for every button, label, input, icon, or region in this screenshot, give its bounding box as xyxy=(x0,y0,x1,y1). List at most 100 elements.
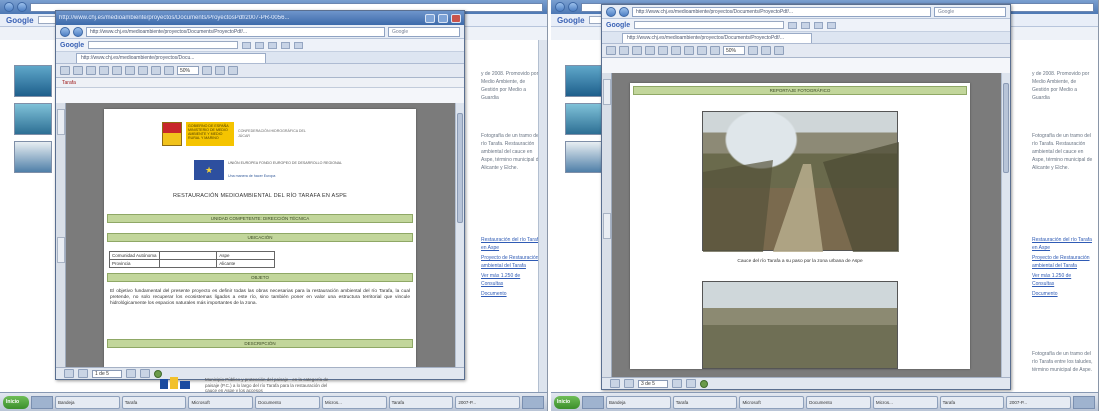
previous-page-icon[interactable] xyxy=(624,379,634,388)
side-link[interactable]: Proyecto de Restauración ambiental del T… xyxy=(1028,254,1098,270)
thumbnail-image[interactable] xyxy=(565,65,603,97)
zoom-level-field[interactable]: 50% xyxy=(177,66,199,75)
forward-button[interactable] xyxy=(619,6,629,17)
previous-page-icon[interactable] xyxy=(697,46,707,55)
page-number-field[interactable]: 3 de 5 xyxy=(638,379,668,388)
thumbnail-image[interactable] xyxy=(14,141,52,173)
select-icon[interactable] xyxy=(671,46,681,55)
background-scrollbar[interactable] xyxy=(538,40,547,392)
email-icon[interactable] xyxy=(632,46,642,55)
taskbar-item[interactable]: Micros... xyxy=(321,395,387,409)
side-link[interactable]: Documento xyxy=(1028,290,1098,298)
thumbnail-image[interactable] xyxy=(565,103,603,135)
toolbar-icon[interactable] xyxy=(827,21,837,29)
hand-icon[interactable] xyxy=(658,46,668,55)
start-button[interactable]: Inicio xyxy=(554,395,580,409)
next-page-icon[interactable] xyxy=(126,369,136,378)
pdf-scrollbar[interactable] xyxy=(1001,73,1010,377)
scrollbar-thumb[interactable] xyxy=(457,113,463,223)
taskbar-item[interactable]: 2007-P... xyxy=(1006,395,1072,409)
zoom-level-field[interactable]: 50% xyxy=(723,46,745,55)
zoom-icon[interactable] xyxy=(138,66,148,75)
taskbar-item[interactable]: Microsoft xyxy=(188,395,254,409)
forward-button[interactable] xyxy=(568,2,578,12)
side-link[interactable]: Ver más 1.250 de Consultas xyxy=(1028,272,1098,288)
taskbar-item[interactable]: Tarafa xyxy=(388,395,454,409)
search-input[interactable]: Google xyxy=(934,6,1006,17)
sign-icon[interactable] xyxy=(774,46,784,55)
quick-launch[interactable] xyxy=(31,395,53,409)
toolbar-icon[interactable] xyxy=(255,41,265,49)
taskbar-item[interactable]: Tarafa xyxy=(672,395,738,409)
toolbar-icon[interactable] xyxy=(801,21,811,29)
taskbar-item[interactable]: Documento xyxy=(255,395,320,409)
scrollbar-thumb[interactable] xyxy=(1003,83,1009,173)
side-link[interactable]: Proyecto de Restauración ambiental del T… xyxy=(477,254,547,270)
maximize-button[interactable] xyxy=(438,13,448,23)
address-bar[interactable]: http://www.chj.es/medioambiente/proyecto… xyxy=(632,6,931,17)
thumbnail-image[interactable] xyxy=(14,65,52,97)
taskbar-item[interactable]: Tarafa xyxy=(939,395,1005,409)
next-page-icon[interactable] xyxy=(710,46,720,55)
taskbar-item[interactable]: 2007-P... xyxy=(455,395,521,409)
minimize-button[interactable] xyxy=(425,13,435,23)
first-page-icon[interactable] xyxy=(610,379,620,388)
bookmarks-panel-tab[interactable] xyxy=(57,237,65,263)
print-icon[interactable] xyxy=(619,46,629,55)
taskbar-item[interactable]: Tarafa xyxy=(121,395,187,409)
thumbnail-image[interactable] xyxy=(565,141,603,173)
taskbar-item[interactable]: Documento xyxy=(806,395,871,409)
address-bar[interactable]: http://www.chj.es/medioambiente/proyecto… xyxy=(86,26,385,37)
search-icon[interactable] xyxy=(99,66,109,75)
zoom-icon[interactable] xyxy=(684,46,694,55)
next-page-icon[interactable] xyxy=(672,379,682,388)
fit-page-icon[interactable] xyxy=(748,46,758,55)
previous-page-icon[interactable] xyxy=(151,66,161,75)
toolbar-icon[interactable] xyxy=(788,21,798,29)
start-button[interactable]: Inicio xyxy=(3,395,29,409)
search-input[interactable]: Google xyxy=(388,26,460,37)
toolbar-icon[interactable] xyxy=(814,21,824,29)
bookmarks-panel-tab[interactable] xyxy=(603,213,611,239)
close-button[interactable] xyxy=(451,13,461,23)
rotate-icon[interactable] xyxy=(761,46,771,55)
page-number-field[interactable]: 1 de 5 xyxy=(92,369,122,378)
first-page-icon[interactable] xyxy=(64,369,74,378)
taskbar-item[interactable]: Bandeja xyxy=(606,395,671,409)
back-button[interactable] xyxy=(555,2,565,12)
side-link[interactable]: Documento xyxy=(477,290,547,298)
taskbar-item[interactable]: Bandeja xyxy=(55,395,120,409)
toolbar-icon[interactable] xyxy=(242,41,252,49)
save-icon[interactable] xyxy=(60,66,70,75)
forward-button[interactable] xyxy=(17,2,27,12)
back-button[interactable] xyxy=(4,2,14,12)
back-button[interactable] xyxy=(606,6,616,17)
forward-button[interactable] xyxy=(73,26,83,37)
fit-page-icon[interactable] xyxy=(202,66,212,75)
search-icon[interactable] xyxy=(645,46,655,55)
previous-page-icon[interactable] xyxy=(78,369,88,378)
pages-panel-tab[interactable] xyxy=(603,79,611,105)
last-page-icon[interactable] xyxy=(140,369,150,378)
print-icon[interactable] xyxy=(73,66,83,75)
toolbar-icon[interactable] xyxy=(294,41,304,49)
thumbnail-image[interactable] xyxy=(14,103,52,135)
browser-tab[interactable]: http://www.chj.es/medioambiente/proyecto… xyxy=(76,53,266,63)
google-search-field[interactable] xyxy=(88,41,239,49)
taskbar-item[interactable]: Microsoft xyxy=(739,395,805,409)
sign-icon[interactable] xyxy=(228,66,238,75)
taskbar-item[interactable]: Micros... xyxy=(872,395,938,409)
email-icon[interactable] xyxy=(86,66,96,75)
hand-icon[interactable] xyxy=(112,66,122,75)
toolbar-icon[interactable] xyxy=(281,41,291,49)
last-page-icon[interactable] xyxy=(686,379,696,388)
rotate-icon[interactable] xyxy=(215,66,225,75)
quick-launch[interactable] xyxy=(582,395,604,409)
browser-tab[interactable]: http://www.chj.es/medioambiente/proyecto… xyxy=(622,33,812,43)
pages-panel-tab[interactable] xyxy=(57,109,65,135)
select-icon[interactable] xyxy=(125,66,135,75)
back-button[interactable] xyxy=(60,26,70,37)
save-icon[interactable] xyxy=(606,46,616,55)
side-link[interactable]: Ver más 1.250 de Consultas xyxy=(477,272,547,288)
google-search-field[interactable] xyxy=(634,21,785,29)
